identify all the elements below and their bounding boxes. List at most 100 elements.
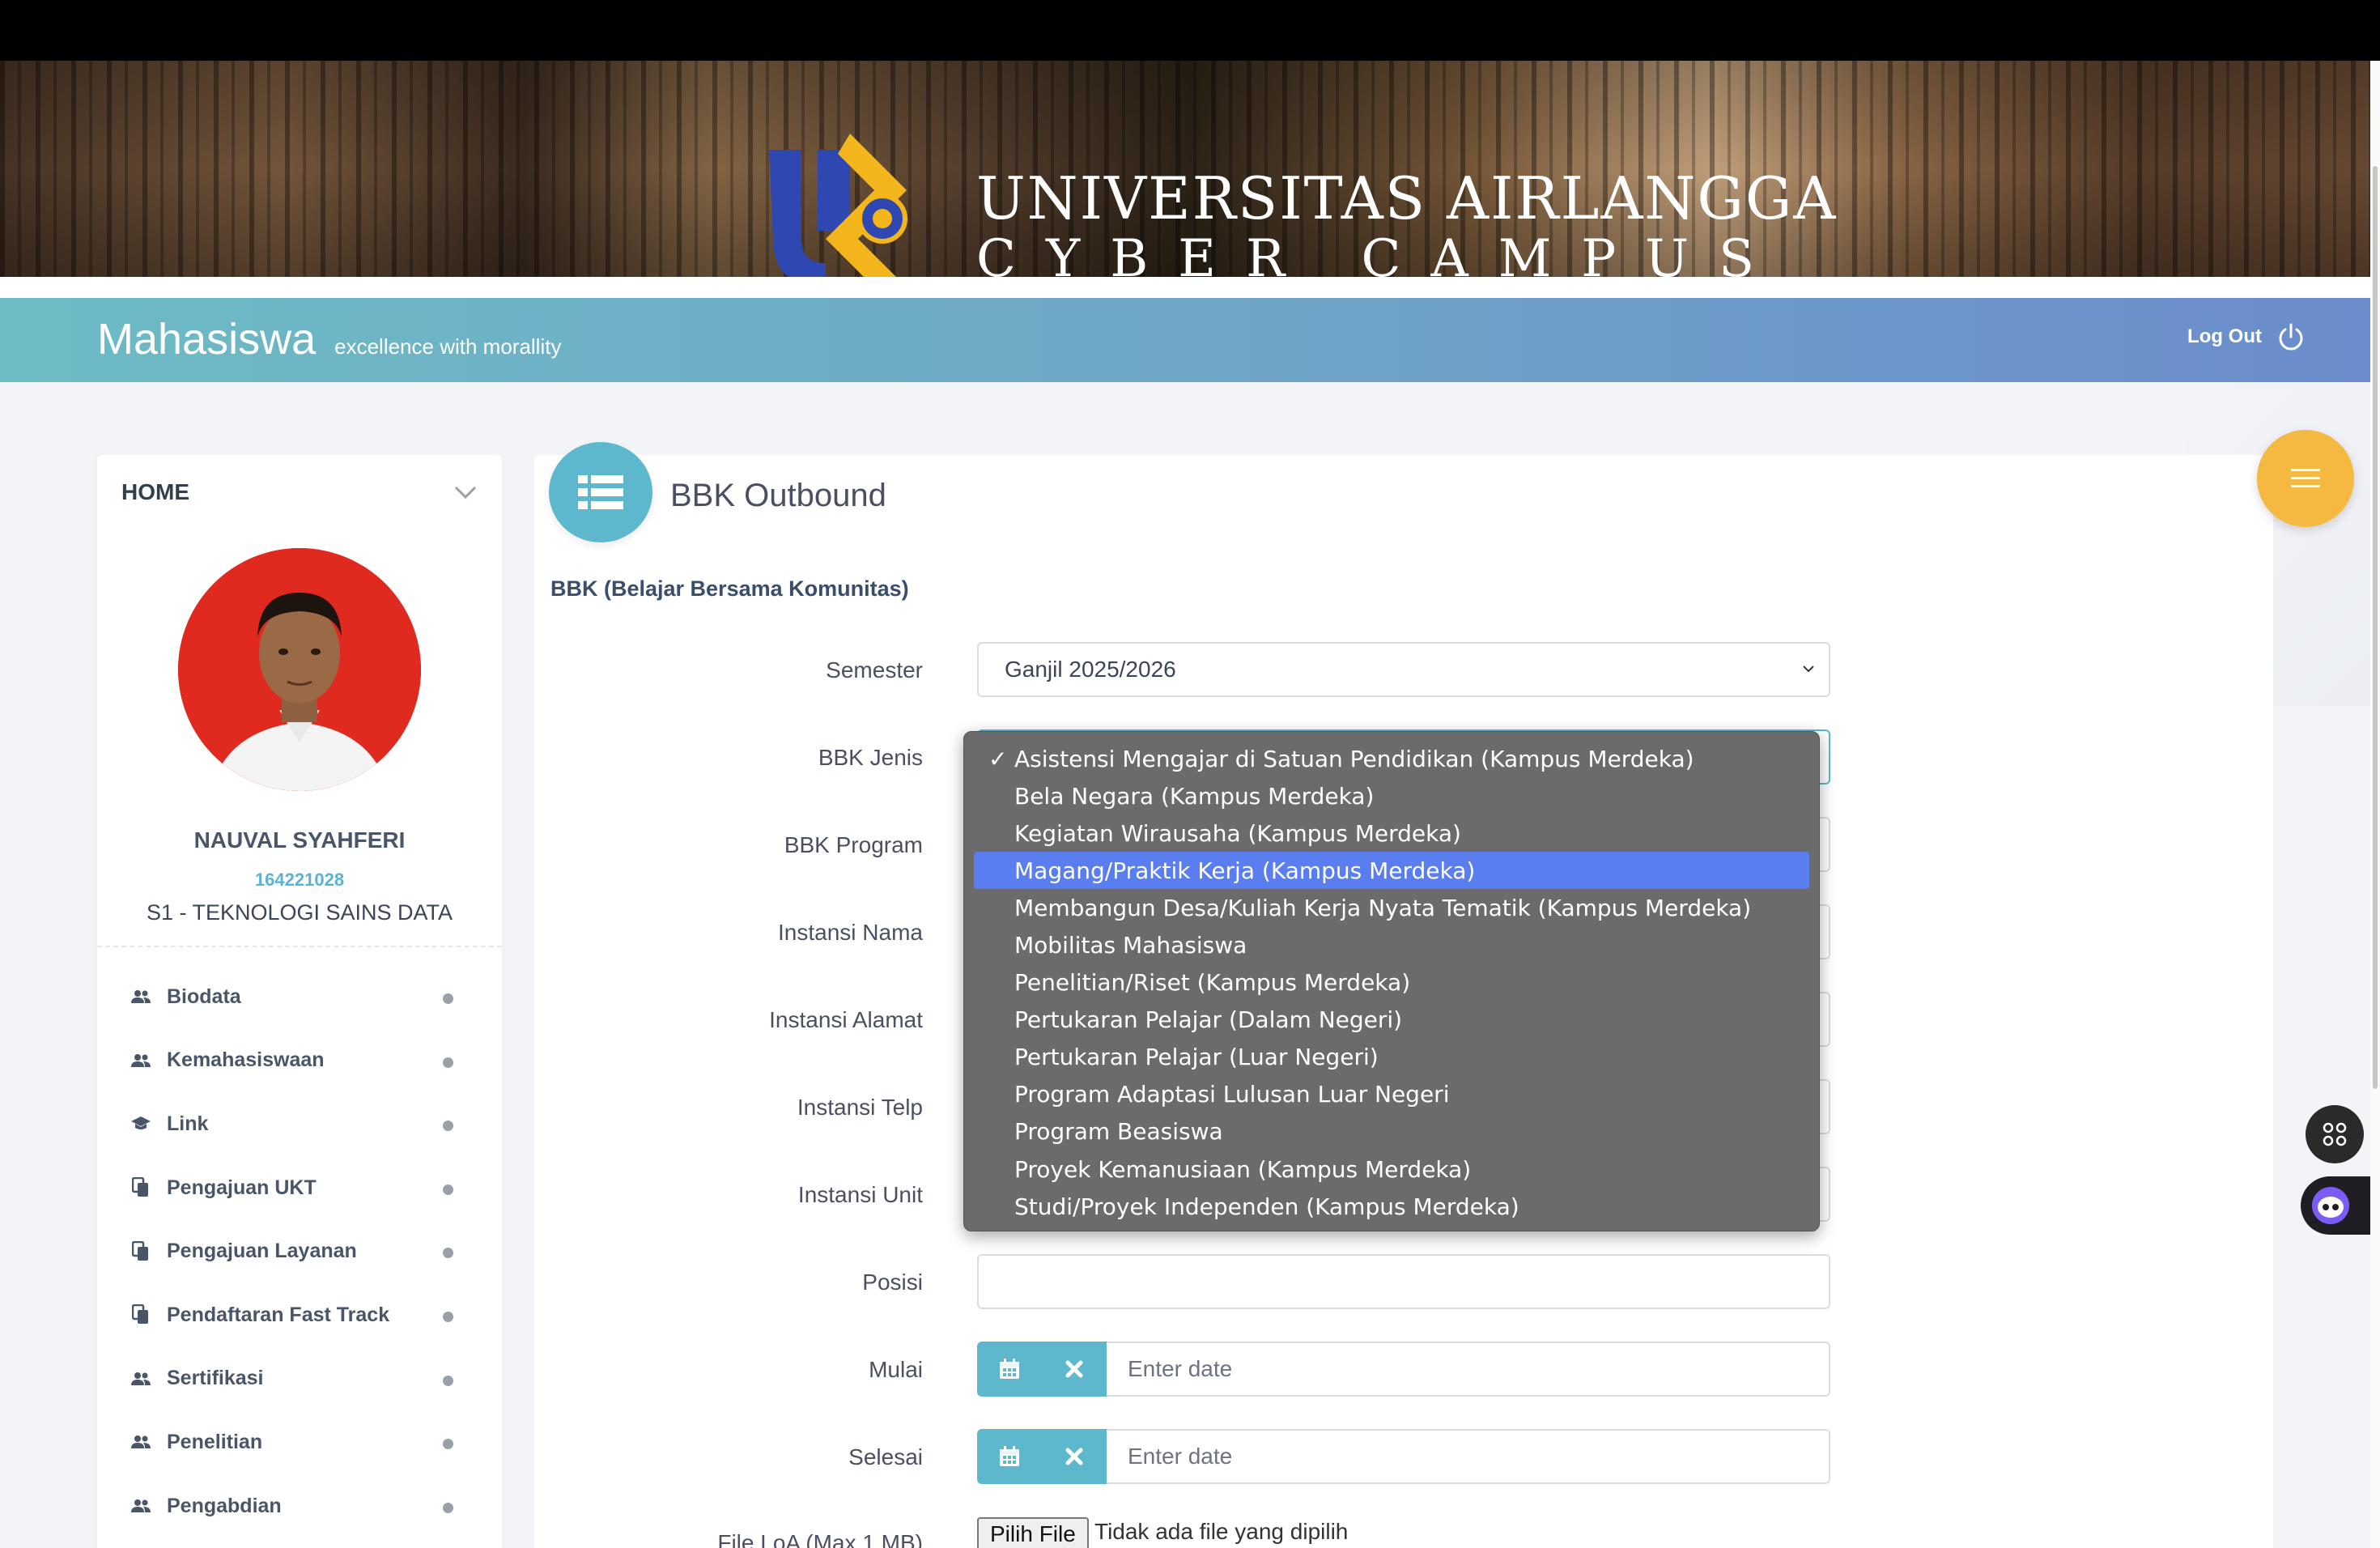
sidebar-item-pengabdian[interactable]: Pengabdian xyxy=(130,1474,486,1538)
status-dot xyxy=(443,1184,453,1195)
sidebar-item-link[interactable]: Link xyxy=(130,1092,486,1156)
graduation-cap-icon xyxy=(130,1112,152,1135)
sidebar: HOME NAUVAL SYAHFERI 164221028 S1 - TEKN… xyxy=(97,455,502,1548)
file-loa-label: File LoA (Max 1 MB) xyxy=(717,1530,923,1548)
command-widget-button[interactable] xyxy=(2306,1105,2364,1163)
instansi-telp-label: Instansi Telp xyxy=(797,1095,923,1120)
dropdown-option[interactable]: Bela Negara (Kampus Merdeka) xyxy=(974,777,1809,814)
sidebar-item-label: Pengajuan UKT xyxy=(167,1176,317,1199)
sidebar-item-pengajuan-layanan[interactable]: Pengajuan Layanan xyxy=(130,1219,486,1283)
bot-icon xyxy=(2312,1187,2349,1224)
status-dot xyxy=(443,993,453,1004)
dropdown-option[interactable]: Proyek Kemanusiaan (Kampus Merdeka) xyxy=(974,1150,1809,1188)
university-logo xyxy=(761,117,955,277)
dropdown-option[interactable]: Pertukaran Pelajar (Dalam Negeri) xyxy=(974,1002,1809,1039)
option-label: Magang/Praktik Kerja (Kampus Merdeka) xyxy=(1014,857,1476,884)
calendar-icon[interactable] xyxy=(977,1429,1042,1484)
dropdown-option-highlighted[interactable]: Magang/Praktik Kerja (Kampus Merdeka) xyxy=(974,852,1809,890)
sidebar-divider xyxy=(97,946,502,947)
page-title: BBK Outbound xyxy=(670,478,886,513)
status-dot xyxy=(443,1439,453,1450)
assistant-widget-button[interactable] xyxy=(2301,1176,2380,1235)
dropdown-option[interactable]: Penelitian/Riset (Kampus Merdeka) xyxy=(974,964,1809,1002)
copy-icon xyxy=(130,1303,152,1326)
option-label: Studi/Proyek Independen (Kampus Merdeka) xyxy=(1014,1193,1519,1220)
choose-file-button[interactable]: Pilih File xyxy=(977,1517,1089,1548)
copy-icon xyxy=(130,1176,152,1199)
dropdown-option[interactable]: Kegiatan Wirausaha (Kampus Merdeka) xyxy=(974,814,1809,852)
status-dot xyxy=(443,1248,453,1259)
logout-button[interactable]: Log Out xyxy=(2187,322,2306,351)
selesai-date-input[interactable]: Enter date xyxy=(1107,1429,1830,1484)
scrollbar-thumb[interactable] xyxy=(2373,166,2378,1089)
semester-label: Semester xyxy=(826,657,923,683)
command-icon xyxy=(2323,1122,2347,1146)
dropdown-option[interactable]: ✓ Asistensi Mengajar di Satuan Pendidikan… xyxy=(974,740,1809,777)
users-icon xyxy=(130,1049,152,1072)
dropdown-option[interactable]: Program Adaptasi Lulusan Luar Negeri xyxy=(974,1076,1809,1113)
option-label: Asistensi Mengajar di Satuan Pendidikan … xyxy=(1014,745,1694,772)
list-icon xyxy=(549,442,652,542)
dropdown-option[interactable]: Membangun Desa/Kuliah Kerja Nyata Temati… xyxy=(974,889,1809,926)
mulai-date-input[interactable]: Enter date xyxy=(1107,1342,1830,1397)
selesai-label: Selesai xyxy=(848,1444,923,1469)
semester-select[interactable]: Ganjil 2025/2026 xyxy=(977,642,1830,697)
option-label: Mobilitas Mahasiswa xyxy=(1014,932,1247,959)
status-dot xyxy=(443,1502,453,1513)
student-name: NAUVAL SYAHFERI xyxy=(193,827,406,853)
mulai-label: Mulai xyxy=(869,1357,923,1382)
sidebar-home-label[interactable]: HOME xyxy=(121,479,189,505)
chevron-down-icon[interactable] xyxy=(453,484,478,500)
option-label: Program Adaptasi Lulusan Luar Negeri xyxy=(1014,1081,1450,1108)
sidebar-item-pendaftaran-fast-track[interactable]: Pendaftaran Fast Track xyxy=(130,1283,486,1347)
bbk-jenis-label: BBK Jenis xyxy=(818,745,923,770)
dropdown-option[interactable]: Pertukaran Pelajar (Luar Negeri) xyxy=(974,1039,1809,1076)
users-icon xyxy=(130,1431,152,1453)
menu-fab-button[interactable] xyxy=(2257,430,2354,527)
logout-label: Log Out xyxy=(2187,325,2262,347)
dropdown-option[interactable]: Studi/Proyek Independen (Kampus Merdeka) xyxy=(974,1188,1809,1225)
posisi-input[interactable] xyxy=(977,1254,1830,1309)
sidebar-item-label: Sertifikasi xyxy=(167,1367,264,1390)
app-header: Mahasiswa excellence with morallity Log … xyxy=(0,298,2370,382)
checkmark-icon: ✓ xyxy=(988,745,1008,772)
sidebar-item-label: Pendaftaran Fast Track xyxy=(167,1303,390,1326)
sidebar-item-label: Pengajuan Layanan xyxy=(167,1240,357,1263)
option-label: Membangun Desa/Kuliah Kerja Nyata Temati… xyxy=(1014,894,1752,921)
mulai-date-buttons xyxy=(977,1342,1107,1397)
instansi-nama-label: Instansi Nama xyxy=(778,920,923,945)
semester-value: Ganjil 2025/2026 xyxy=(1005,657,1176,682)
app-title: Mahasiswa excellence with morallity xyxy=(97,314,561,364)
instansi-alamat-label: Instansi Alamat xyxy=(769,1007,923,1032)
hamburger-icon xyxy=(2291,469,2320,487)
power-icon xyxy=(2279,323,2303,351)
sidebar-item-pengajuan-ukt[interactable]: Pengajuan UKT xyxy=(130,1156,486,1220)
bbk-program-label: BBK Program xyxy=(784,832,923,857)
status-dot xyxy=(443,1121,453,1132)
page-scrollbar[interactable] xyxy=(2370,61,2380,1548)
clear-icon[interactable] xyxy=(1042,1342,1107,1397)
instansi-unit-label: Instansi Unit xyxy=(797,1182,923,1207)
calendar-icon[interactable] xyxy=(977,1342,1042,1397)
university-name: UNIVERSITAS AIRLANGGA xyxy=(976,164,1838,232)
selesai-date-buttons xyxy=(977,1429,1107,1484)
option-label: Pertukaran Pelajar (Dalam Negeri) xyxy=(1014,1006,1403,1034)
sidebar-item-kemahasiswaan[interactable]: Kemahasiswaan xyxy=(130,1029,486,1093)
section-title: BBK (Belajar Bersama Komunitas) xyxy=(550,576,909,601)
dropdown-option[interactable]: Mobilitas Mahasiswa xyxy=(974,926,1809,963)
cyber-campus-title: CYBER CAMPUS xyxy=(976,229,1784,277)
sidebar-item-label: Kemahasiswaan xyxy=(167,1048,325,1072)
sidebar-item-label: Biodata xyxy=(167,985,241,1008)
student-program: S1 - TEKNOLOGI SAINS DATA xyxy=(146,900,453,925)
sidebar-item-penelitian[interactable]: Penelitian xyxy=(130,1410,486,1474)
clear-icon[interactable] xyxy=(1042,1429,1107,1484)
chevron-down-icon xyxy=(1803,666,1814,673)
sidebar-menu: Biodata Kemahasiswaan Link Pengajuan UKT… xyxy=(130,965,486,1537)
sidebar-item-label: Pengabdian xyxy=(167,1494,282,1517)
student-id: 164221028 xyxy=(254,870,345,890)
sidebar-item-biodata[interactable]: Biodata xyxy=(130,965,486,1029)
sidebar-item-sertifikasi[interactable]: Sertifikasi xyxy=(130,1347,486,1411)
dropdown-option[interactable]: Program Beasiswa xyxy=(974,1113,1809,1150)
bbk-jenis-dropdown: ✓ Asistensi Mengajar di Satuan Pendidikan… xyxy=(963,731,1820,1231)
users-icon xyxy=(130,1495,152,1517)
